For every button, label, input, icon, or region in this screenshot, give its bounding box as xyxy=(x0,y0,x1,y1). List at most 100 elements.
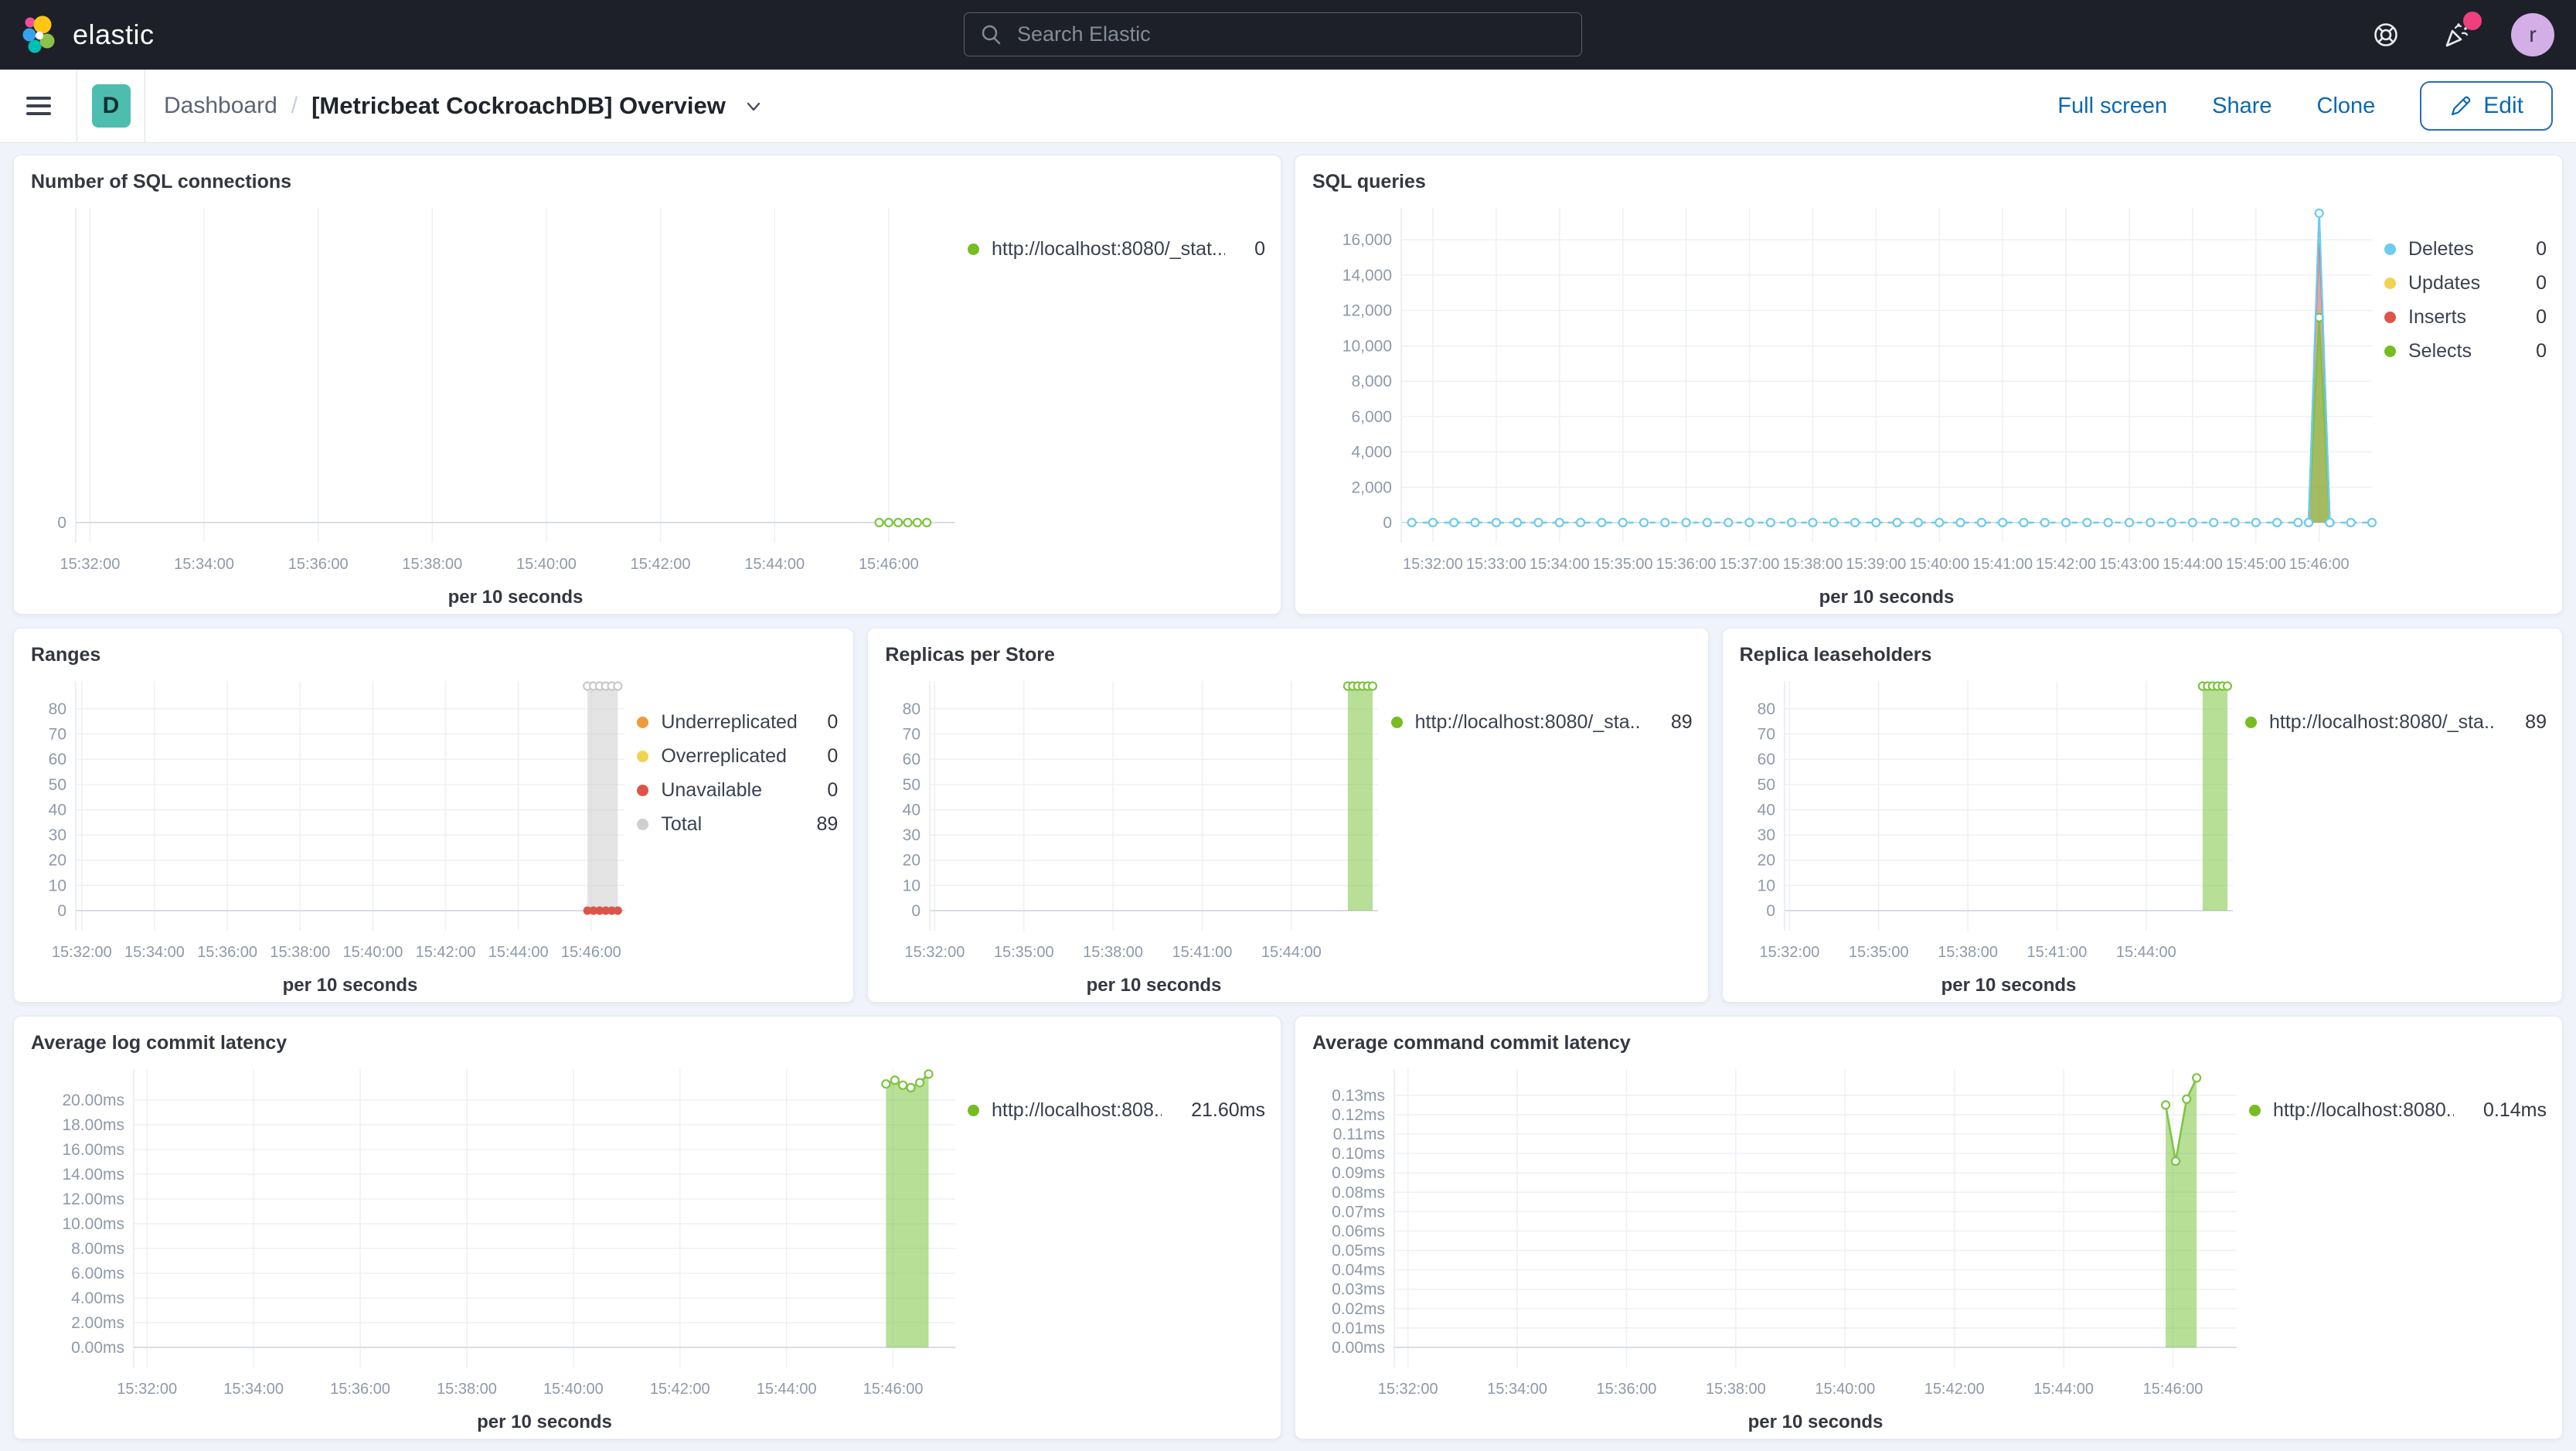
legend-item[interactable]: Selects 0 xyxy=(2384,338,2547,364)
menu-button[interactable] xyxy=(0,70,77,142)
svg-text:0: 0 xyxy=(1383,514,1392,532)
legend-item[interactable]: Inserts 0 xyxy=(2384,304,2547,330)
chart-replicas-per-store[interactable]: 15:32:00 15:35:00 15:38:00 15:41:00 15:44:00… xyxy=(883,670,1390,996)
title-menu-button[interactable] xyxy=(743,95,764,117)
elastic-logo-icon xyxy=(22,15,55,53)
chart-sql-queries[interactable]: 15:32:00 15:33:00 15:34:00 15:35:00 15:36:00… xyxy=(1311,197,2384,608)
legend-item[interactable]: Total 89 xyxy=(637,811,838,837)
panel-title[interactable]: Average log commit latency xyxy=(31,1030,1265,1055)
svg-text:15:36:00: 15:36:00 xyxy=(1597,1381,1657,1398)
svg-text:40: 40 xyxy=(1757,801,1775,819)
pencil-icon xyxy=(2452,96,2471,116)
legend-label: http://localhost:808... xyxy=(992,1098,1162,1121)
svg-text:15:44:00: 15:44:00 xyxy=(2116,944,2176,961)
legend-item[interactable]: http://localhost:8080/_sta... 89 xyxy=(2244,709,2547,735)
legend-item[interactable]: http://localhost:8080/_stat... 0 xyxy=(968,236,1265,262)
panel-title[interactable]: Number of SQL connections xyxy=(31,169,1265,194)
help-button[interactable] xyxy=(2369,18,2403,52)
svg-text:15:37:00: 15:37:00 xyxy=(1720,556,1780,573)
legend-label: Updates xyxy=(2408,271,2481,294)
legend-item[interactable]: http://localhost:8080/_sta... 89 xyxy=(1390,709,1693,735)
badge-letter: D xyxy=(102,93,120,118)
svg-text:15:46:00: 15:46:00 xyxy=(2289,556,2350,573)
legend-value: 0 xyxy=(2536,237,2547,260)
panel-title[interactable]: Ranges xyxy=(31,642,838,667)
panel-title[interactable]: SQL queries xyxy=(1312,169,2547,194)
legend-label: http://localhost:8080/_sta... xyxy=(2268,710,2496,733)
svg-text:15:41:00: 15:41:00 xyxy=(1172,944,1233,961)
svg-text:15:46:00: 15:46:00 xyxy=(561,944,621,961)
legend-item[interactable]: Overreplicated 0 xyxy=(637,743,838,769)
svg-text:40: 40 xyxy=(903,801,920,819)
svg-text:0.02ms: 0.02ms xyxy=(1332,1300,1385,1318)
svg-text:15:38:00: 15:38:00 xyxy=(1084,944,1144,961)
svg-text:80: 80 xyxy=(903,700,920,718)
chart-average-log-commit-latency[interactable]: 15:32:00 15:34:00 15:36:00 15:38:00 15:40:00… xyxy=(29,1058,968,1432)
life-ring-icon xyxy=(2374,23,2397,46)
panel-replica-leaseholders: Replica leaseholders 15:32:00 15:35:00 15:… xyxy=(1721,628,2563,1003)
legend-item[interactable]: http://localhost:808... 21.60ms xyxy=(968,1097,1265,1123)
elastic-logo[interactable]: elastic xyxy=(22,15,155,55)
svg-text:per 10 seconds: per 10 seconds xyxy=(1087,975,1222,996)
legend-item[interactable]: http://localhost:8080... 0.14ms xyxy=(2249,1097,2547,1123)
legend-label: Total xyxy=(661,812,703,835)
svg-text:15:42:00: 15:42:00 xyxy=(416,944,476,961)
svg-text:60: 60 xyxy=(903,751,920,768)
svg-text:16.00ms: 16.00ms xyxy=(62,1141,124,1159)
legend-value: 0.14ms xyxy=(2483,1098,2547,1121)
panel-title[interactable]: Replicas per Store xyxy=(885,642,1692,667)
legend-dot-icon xyxy=(637,818,649,830)
legend-dot-icon xyxy=(2384,311,2396,323)
panel-ranges: Ranges 15:32:00 15:34:00 15:36:00 15:38:00 1… xyxy=(13,628,855,1003)
svg-text:15:42:00: 15:42:00 xyxy=(1924,1381,1985,1398)
breadcrumb-separator: / xyxy=(291,93,298,118)
svg-text:15:46:00: 15:46:00 xyxy=(2143,1381,2203,1398)
panel-sql-queries: SQL queries 15:32:00 15:33:00 15:34:00 15:3… xyxy=(1295,155,2563,615)
legend-value: 21.60ms xyxy=(1191,1098,1265,1121)
panel-title[interactable]: Replica leaseholders xyxy=(1740,642,2547,667)
edit-button-label: Edit xyxy=(2483,93,2523,118)
legend-item[interactable]: Unavailable 0 xyxy=(637,777,838,803)
chart-legend: Underreplicated 0 Overreplicated 0 Unavailab… xyxy=(637,670,838,996)
search-input[interactable] xyxy=(1016,22,1566,47)
legend-value: 89 xyxy=(2525,710,2547,733)
breadcrumb-dashboard-link[interactable]: Dashboard xyxy=(164,93,277,119)
svg-text:0.08ms: 0.08ms xyxy=(1332,1184,1385,1201)
chart-number-of-sql-connections[interactable]: 15:32:00 15:34:00 15:36:00 15:38:00 15:40:00… xyxy=(29,197,968,608)
svg-text:30: 30 xyxy=(903,826,920,844)
svg-text:15:34:00: 15:34:00 xyxy=(1487,1381,1547,1398)
legend-item[interactable]: Deletes 0 xyxy=(2384,236,2547,262)
svg-text:8,000: 8,000 xyxy=(1351,373,1392,390)
edit-button[interactable]: Edit xyxy=(2420,81,2553,131)
whats-new-button[interactable] xyxy=(2440,12,2482,52)
chart-average-command-commit-latency[interactable]: 15:32:00 15:34:00 15:36:00 15:38:00 15:40:00… xyxy=(1311,1058,2249,1432)
svg-text:30: 30 xyxy=(49,826,66,844)
svg-text:0.01ms: 0.01ms xyxy=(1332,1320,1385,1337)
svg-text:per 10 seconds: per 10 seconds xyxy=(1941,975,2076,996)
legend-dot-icon xyxy=(2244,716,2257,728)
share-button[interactable]: Share xyxy=(2212,94,2271,119)
svg-text:6,000: 6,000 xyxy=(1351,408,1392,426)
legend-label: Selects xyxy=(2408,339,2472,362)
search-icon xyxy=(982,25,1001,44)
svg-text:15:35:00: 15:35:00 xyxy=(1593,556,1653,573)
panel-title[interactable]: Average command commit latency xyxy=(1312,1030,2547,1055)
svg-text:0.12ms: 0.12ms xyxy=(1332,1106,1385,1124)
clone-button[interactable]: Clone xyxy=(2317,94,2376,119)
notification-dot xyxy=(2463,12,2482,30)
chart-ranges[interactable]: 15:32:00 15:34:00 15:36:00 15:38:00 15:40:00… xyxy=(29,670,637,996)
svg-text:40: 40 xyxy=(49,801,66,819)
legend-dot-icon xyxy=(637,716,649,728)
legend-item[interactable]: Underreplicated 0 xyxy=(637,709,838,735)
svg-text:0: 0 xyxy=(57,514,66,532)
svg-text:14.00ms: 14.00ms xyxy=(62,1166,124,1184)
full-screen-button[interactable]: Full screen xyxy=(2057,94,2167,119)
legend-dot-icon xyxy=(2384,277,2396,289)
user-avatar[interactable]: r xyxy=(2511,13,2554,56)
legend-dot-icon xyxy=(2384,243,2396,255)
global-search[interactable] xyxy=(964,12,1582,56)
legend-item[interactable]: Updates 0 xyxy=(2384,270,2547,296)
svg-text:0: 0 xyxy=(1766,902,1775,920)
chart-replica-leaseholders[interactable]: 15:32:00 15:35:00 15:38:00 15:41:00 15:44:00… xyxy=(1738,670,2245,996)
svg-text:15:38:00: 15:38:00 xyxy=(1706,1381,1766,1398)
